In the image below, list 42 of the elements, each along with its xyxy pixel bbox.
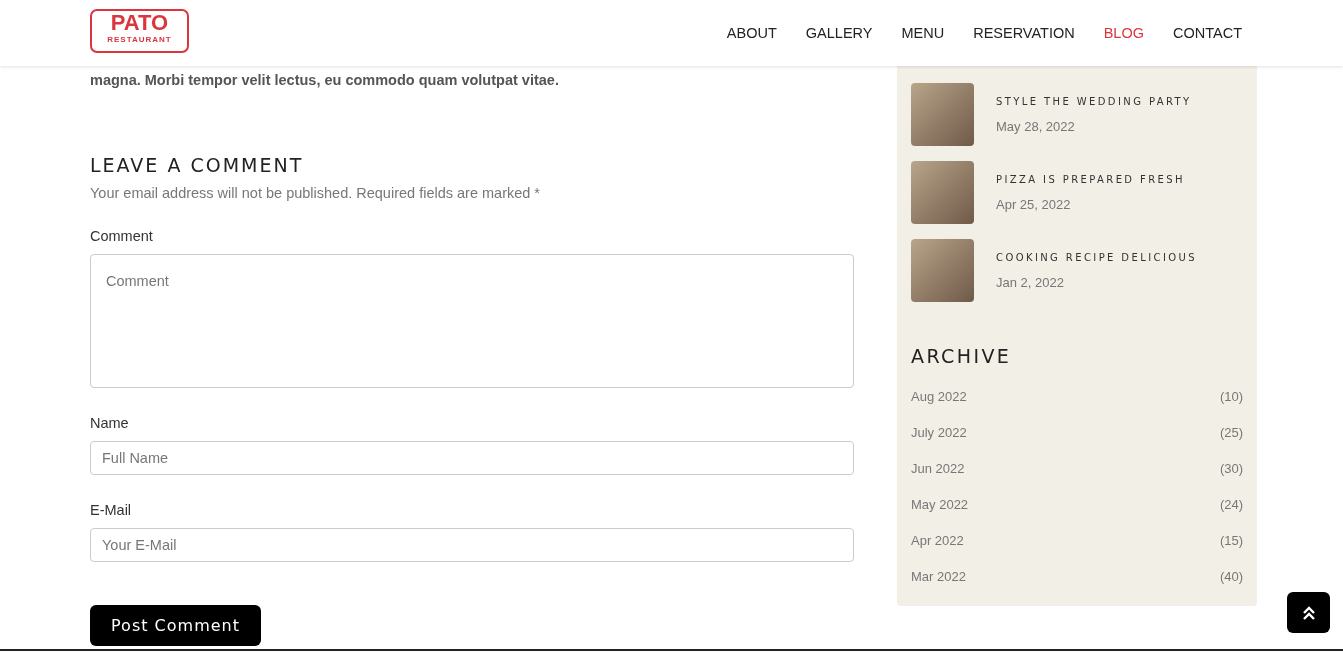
nav-link[interactable]: ABOUT: [726, 25, 777, 41]
post-title-link[interactable]: PIZZA IS PREPARED FRESH: [996, 173, 1185, 185]
archive-link[interactable]: Jun 2022: [911, 461, 965, 476]
field-label: E-Mail: [90, 502, 133, 519]
archive-link[interactable]: July 2022: [911, 425, 967, 440]
archive-link[interactable]: Apr 2022: [911, 533, 964, 548]
archive-count: (40): [1219, 569, 1243, 584]
nav-link[interactable]: CONTACT: [1173, 25, 1242, 41]
post-title-link[interactable]: COOKING RECIPE DELICIOUS: [996, 251, 1197, 263]
photo-placeholder: [911, 239, 974, 302]
archive-count: (15): [1219, 533, 1243, 548]
photo-placeholder: [911, 161, 974, 224]
photo-placeholder: [911, 83, 974, 146]
archive-link[interactable]: Aug 2022: [911, 389, 967, 404]
logo[interactable]: PATO RESTAURANT: [90, 9, 189, 53]
field-label: Comment: [90, 228, 154, 245]
archive-link[interactable]: Mar 2022: [911, 569, 966, 584]
section-heading: ARCHIVE: [911, 345, 1013, 367]
archive-link[interactable]: May 2022: [911, 497, 969, 512]
input-field[interactable]: Your E-Mail: [90, 528, 854, 563]
article-paragraph: magna. Morbi tempor velit lectus, eu commodo quam volutpat vitae.: [90, 71, 560, 90]
post-date: Apr 25, 2022: [996, 196, 1072, 212]
post-title-link[interactable]: STYLE THE WEDDING PARTY: [996, 95, 1192, 107]
archive-count: (25): [1219, 425, 1243, 440]
nav-link[interactable]: RESERVATION: [973, 25, 1075, 41]
post-date: May 28, 2022: [996, 118, 1076, 134]
nav-link[interactable]: GALLERY: [805, 25, 873, 41]
input-field[interactable]: Full Name: [90, 441, 854, 476]
archive-count: (30): [1219, 461, 1243, 476]
post-date: Jan 2, 2022: [996, 274, 1065, 290]
section-heading: LEAVE A COMMENT: [90, 154, 305, 177]
logo-title: PATO: [110, 11, 169, 35]
post-comment-button[interactable]: Post Comment: [90, 605, 261, 647]
field-label: Name: [90, 415, 130, 432]
logo-subtitle: RESTAURANT: [107, 35, 172, 44]
comment-field[interactable]: Comment: [90, 254, 854, 389]
nav-link[interactable]: BLOG: [1103, 25, 1144, 41]
nav-link[interactable]: MENU: [901, 25, 945, 41]
scroll-to-top-button[interactable]: [1287, 592, 1330, 633]
form-note: Your email address will not be published. Required fields are marked *: [90, 185, 542, 202]
archive-count: (10): [1219, 389, 1243, 404]
archive-count: (24): [1219, 497, 1243, 512]
